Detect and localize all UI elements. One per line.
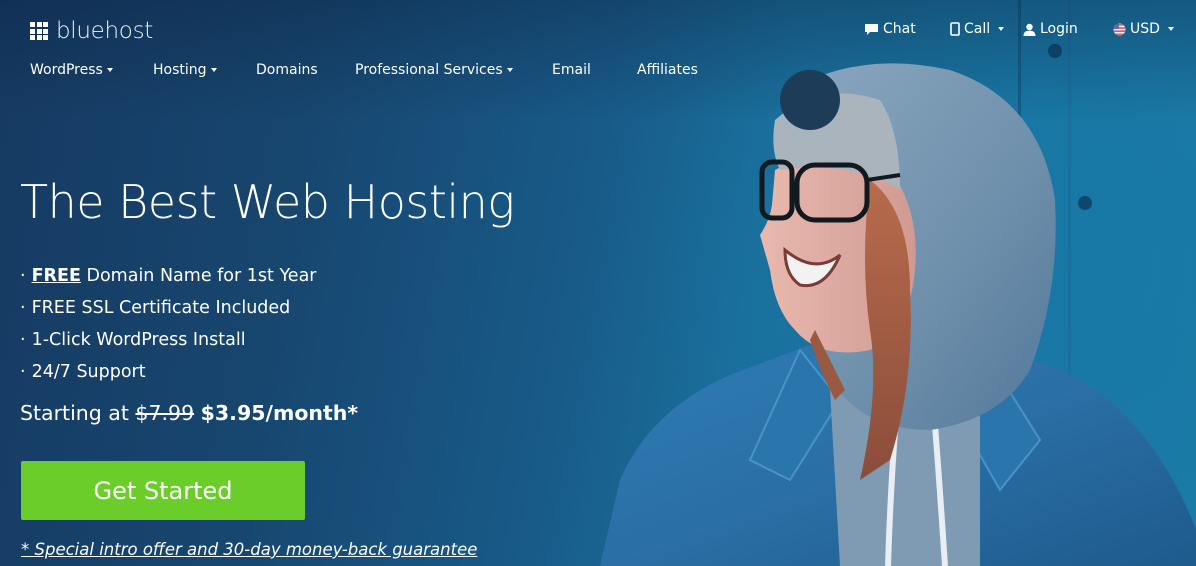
user-icon: [1023, 23, 1036, 36]
price-line: Starting at $7.99 $3.95/month*: [20, 401, 358, 425]
chat-label: Chat: [883, 21, 916, 37]
login-label: Login: [1040, 21, 1078, 37]
price-prefix: Starting at: [20, 401, 136, 425]
mobile-phone-icon: [950, 22, 960, 36]
nav-label: Hosting: [153, 62, 207, 78]
nav-item-hosting[interactable]: Hosting: [153, 62, 217, 78]
feature-text: 1-Click WordPress Install: [31, 330, 246, 350]
nav-item-professional-services[interactable]: Professional Services: [355, 62, 513, 78]
beanie-patch: [780, 70, 840, 130]
nav-label: Domains: [256, 62, 318, 78]
feature-item: · FREE SSL Certificate Included: [20, 296, 317, 328]
chat-link[interactable]: Chat: [864, 21, 916, 37]
feature-list: · FREE Domain Name for 1st Year · FREE SSL…: [20, 264, 317, 392]
chevron-down-icon: [506, 68, 513, 72]
get-started-button[interactable]: Get Started: [21, 461, 305, 520]
currency-label: USD: [1130, 21, 1160, 37]
speech-bubble-icon: [865, 23, 878, 35]
feature-item: · 1-Click WordPress Install: [20, 328, 317, 360]
call-label: Call: [964, 21, 991, 37]
nav-item-wordpress[interactable]: WordPress: [30, 62, 113, 78]
new-price: $3.95/month*: [200, 401, 359, 425]
chevron-down-icon: [106, 68, 113, 72]
feature-text: 24/7 Support: [31, 362, 146, 382]
bullet: ·: [20, 362, 26, 382]
nav-label: WordPress: [30, 62, 103, 78]
hero-title: The Best Web Hosting: [20, 175, 515, 229]
nav-label: Professional Services: [355, 62, 503, 78]
call-dropdown[interactable]: Call: [950, 21, 1005, 37]
feature-item: · FREE Domain Name for 1st Year: [20, 264, 317, 296]
bullet: ·: [20, 266, 26, 286]
feature-item: · 24/7 Support: [20, 360, 317, 392]
chevron-down-icon: [210, 68, 217, 72]
nav-item-email[interactable]: Email: [552, 62, 591, 78]
brand-name: bluehost: [56, 18, 153, 44]
nav-label: Email: [552, 62, 591, 78]
login-link[interactable]: Login: [1023, 21, 1078, 37]
feature-emphasis: FREE: [31, 266, 81, 286]
chevron-down-icon: [998, 27, 1005, 31]
bullet: ·: [20, 330, 26, 350]
bullet: ·: [20, 298, 26, 318]
nav-label: Affiliates: [637, 62, 698, 78]
brand-logo[interactable]: bluehost: [30, 18, 153, 44]
wall-bolt: [1048, 44, 1062, 58]
us-flag-icon: [1113, 23, 1126, 35]
old-price: $7.99: [135, 401, 195, 425]
nav-item-domains[interactable]: Domains: [256, 62, 318, 78]
currency-dropdown[interactable]: USD: [1113, 21, 1174, 37]
offer-disclaimer-link[interactable]: * Special intro offer and 30-day money-b…: [21, 540, 477, 559]
hero-photo: [600, 63, 1196, 566]
nav-item-affiliates[interactable]: Affiliates: [637, 62, 698, 78]
feature-text: FREE SSL Certificate Included: [31, 298, 291, 318]
grid-3x3-icon: [30, 22, 48, 40]
chevron-down-icon: [1167, 27, 1174, 31]
feature-text: Domain Name for 1st Year: [80, 266, 317, 286]
